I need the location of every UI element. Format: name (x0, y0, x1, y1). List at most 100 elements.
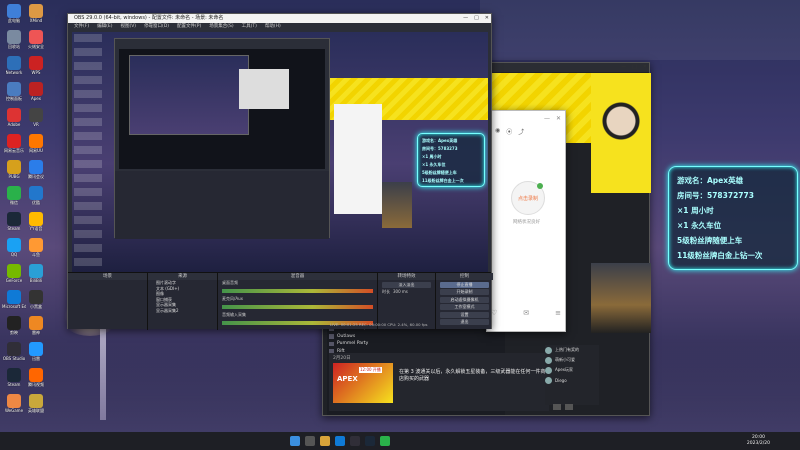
desktop-icon[interactable]: 剪映 (2, 316, 26, 335)
desktop-icon[interactable]: Steam (2, 368, 26, 387)
desktop-icon[interactable]: VR (24, 108, 48, 127)
obs-menu-item[interactable]: 编辑(E) (97, 23, 112, 30)
game-list-item[interactable]: Pummel Party (327, 340, 505, 348)
obs-control-button[interactable]: 启动虚拟摄像机 (440, 296, 489, 303)
desktop-icon[interactable]: YY语音 (24, 212, 48, 231)
desktop-icon[interactable]: Apex (24, 82, 48, 101)
fullscreen-icon[interactable] (553, 404, 561, 410)
obs-preview-canvas[interactable]: 游戏名：Apex英雄 房间号：5783273 ×1 周小时 ×1 永久车位 5级粉丝牌随… (72, 32, 488, 272)
steam-icon (7, 212, 21, 226)
duration-value[interactable]: 300 ms (393, 289, 408, 295)
desktop-icon[interactable]: 迅雷 (24, 342, 48, 361)
obs-menu-item[interactable]: 帮助(H) (265, 23, 281, 30)
chat-icon[interactable]: ✉ (523, 309, 529, 317)
desktop-icon[interactable]: XMind (24, 4, 48, 23)
wechat-taskbar-icon[interactable] (380, 436, 390, 446)
desktop-icon[interactable]: 腾讯会议 (24, 160, 48, 179)
desktop-icon[interactable]: 回收站 (2, 30, 26, 49)
desktop-icon[interactable]: PUBG (2, 160, 26, 179)
avatar (545, 366, 552, 374)
nested-obs-capture (114, 38, 330, 239)
desktop-icon-grid: 此电脑回收站 Network 控制面板 Adobe 网易云音乐 PUBG 微信 Steam QQ… (0, 0, 48, 430)
desktop-icon[interactable]: 小黑盒 (24, 290, 48, 309)
system-clock[interactable]: 20:00 2023/2/20 (747, 435, 770, 447)
audio-meter[interactable] (222, 305, 373, 309)
nested-obs-docks (115, 171, 329, 239)
share-icon[interactable]: ⤴ (518, 127, 524, 136)
edge-icon[interactable] (335, 436, 345, 446)
settings-icon[interactable] (565, 404, 573, 410)
obs-menu-item[interactable]: 停靠窗口(D) (144, 23, 169, 30)
close-icon[interactable]: ✕ (485, 14, 489, 23)
desktop-icon-label: YY语音 (29, 226, 43, 231)
desktop-icon[interactable]: 优酷 (24, 186, 48, 205)
game-list-item[interactable]: Outlaws (327, 333, 505, 341)
desktop-icon[interactable]: QQ (2, 238, 26, 257)
desktop-icon[interactable]: OBS Studio (2, 342, 26, 361)
desktop-icon[interactable]: Network (2, 56, 26, 75)
minimize-icon[interactable]: — (544, 115, 550, 125)
audio-meter[interactable] (222, 289, 373, 293)
start-menu-icon[interactable] (290, 436, 300, 446)
close-icon[interactable]: ✕ (556, 115, 561, 125)
lol-icon (29, 394, 43, 408)
source-item[interactable]: 显示器采集2 (148, 308, 217, 314)
search-icon[interactable] (305, 436, 315, 446)
obs-control-button[interactable]: 工作室模式 (440, 304, 489, 310)
minimize-icon[interactable]: — (463, 14, 468, 23)
menu-icon[interactable]: ≡ (555, 309, 561, 317)
desktop-icon[interactable]: 网易云音乐 (2, 134, 26, 153)
mic-icon[interactable]: ⦿ (506, 127, 512, 136)
game-character-art (591, 263, 651, 333)
obs-menu-item[interactable]: 文件(F) (74, 23, 89, 30)
desktop-icon[interactable]: 控制面板 (2, 82, 26, 101)
camera-icon[interactable]: ◉ (495, 127, 500, 136)
desktop-icon[interactable]: 火绒安全 (24, 30, 48, 49)
desktop-icon[interactable]: 腾讯视频 (24, 368, 48, 387)
assistant-footer: ♡ ✉ ≡ (491, 309, 561, 317)
desktop-icon[interactable]: 网易UU (24, 134, 48, 153)
desktop-icon[interactable]: 此电脑 (2, 4, 26, 23)
obs-menu-item[interactable]: 场景集合(S) (209, 23, 233, 30)
obs-control-button[interactable]: 停止直播 (440, 281, 489, 288)
overlay-info-line: 11级粉丝牌白金上钻一次 (677, 251, 763, 260)
obs-menu-item[interactable]: 视图(V) (120, 23, 136, 30)
obs-control-button[interactable]: 开始录制 (440, 289, 489, 295)
obs-menubar: 文件(F) 编辑(E) 视图(V) 停靠窗口(D) 配置文件(P) 场景集合(S) 工具(T… (68, 23, 491, 30)
desktop-icon-label: QQ (10, 252, 18, 257)
news-post[interactable]: 2月20日 APEX 12:00 开播 在第 3 波通关以后，永久解锁五星装备，… (329, 353, 549, 411)
desktop-icon[interactable]: BiliBili (24, 264, 48, 283)
scenes-dock: 场景 (68, 273, 148, 330)
close-icon[interactable]: ✕ (643, 63, 647, 72)
desktop-icon[interactable]: 斗鱼 (24, 238, 48, 257)
desktop-icon[interactable]: 雷神 (24, 316, 48, 335)
desktop-icon[interactable]: Microsoft Edge (2, 290, 26, 309)
desktop-icon[interactable]: WeGame (2, 394, 26, 413)
maximize-icon[interactable]: □ (474, 14, 479, 23)
obs-menu-item[interactable]: 配置文件(P) (177, 23, 201, 30)
transition-select[interactable]: 淡入淡出 (382, 281, 431, 288)
room-info-overlay: 游戏名：Apex英雄 房间号：578372773 ×1 周小时 ×1 永久车位 5级粉丝… (668, 166, 798, 270)
desktop-icon-label: Microsoft Edge (2, 304, 26, 309)
douyu-icon (29, 238, 43, 252)
obs-menu-item[interactable]: 工具(T) (242, 23, 257, 30)
minimize-icon[interactable]: — (621, 63, 626, 72)
desktop-icon[interactable]: WPS (24, 56, 48, 75)
desktop-icon[interactable]: Adobe (2, 108, 26, 127)
desktop-icon[interactable]: GeForce (2, 264, 26, 283)
desktop-icon[interactable]: 英雄联盟 (24, 394, 48, 413)
maximize-icon[interactable]: □ (632, 63, 637, 72)
obs-control-button[interactable]: 设置 (440, 311, 489, 318)
desktop-icon[interactable]: Steam (2, 212, 26, 231)
file-explorer-icon[interactable] (320, 436, 330, 446)
steam-taskbar-icon[interactable] (365, 436, 375, 446)
overlay-info-line: ×1 周小时 (422, 154, 442, 159)
live-assistant-window[interactable]: — ✕ ◉ ⦿ ⤴ 点击录制 网络状况良好 ♡ ✉ ≡ (486, 110, 566, 332)
thunder-icon (29, 316, 43, 330)
desktop-icon[interactable]: 微信 (2, 186, 26, 205)
obs-studio-window[interactable]: OBS 29.0.0 (64-bit, windows) - 配置文件: 未命名… (67, 13, 493, 330)
obs-taskbar-icon[interactable] (350, 436, 360, 446)
video-icon (29, 368, 43, 382)
chat-message: Diego (545, 375, 599, 385)
meeting-icon (29, 160, 43, 174)
